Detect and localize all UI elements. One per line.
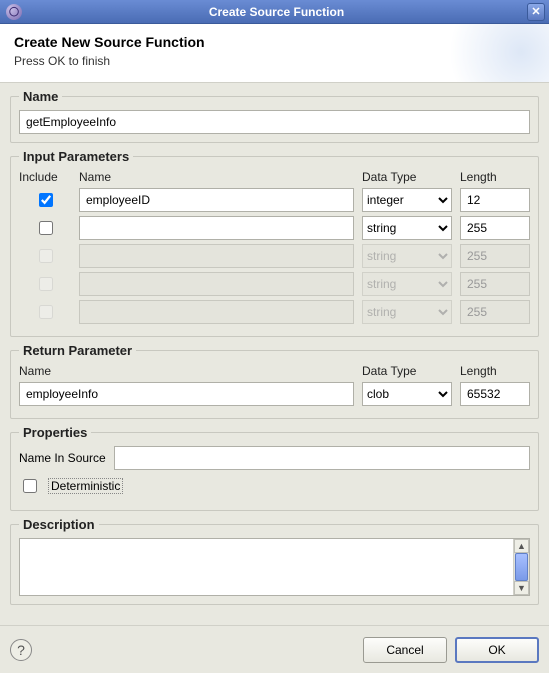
- param-name-input[interactable]: [79, 216, 354, 240]
- name-legend: Name: [19, 89, 62, 104]
- hdr-include: Include: [19, 170, 71, 184]
- properties-legend: Properties: [19, 425, 91, 440]
- param-include-checkbox[interactable]: [39, 221, 53, 235]
- return-param-legend: Return Parameter: [19, 343, 136, 358]
- param-include-checkbox: [39, 249, 53, 263]
- help-icon[interactable]: ?: [10, 639, 32, 661]
- banner: Create New Source Function Press OK to f…: [0, 24, 549, 83]
- name-in-source-label: Name In Source: [19, 451, 106, 465]
- function-name-input[interactable]: [19, 110, 530, 134]
- hdr-name: Name: [79, 170, 354, 184]
- param-type-select[interactable]: integerstringclob: [362, 188, 452, 212]
- window-title: Create Source Function: [26, 5, 527, 19]
- deterministic-label: Deterministic: [48, 478, 123, 494]
- param-name-input: [79, 300, 354, 324]
- scrollbar[interactable]: ▲ ▼: [513, 539, 529, 595]
- param-length-input: [460, 244, 530, 268]
- param-name-input[interactable]: [79, 188, 354, 212]
- banner-heading: Create New Source Function: [14, 34, 535, 50]
- cancel-button[interactable]: Cancel: [363, 637, 447, 663]
- titlebar: ◯ Create Source Function ✕: [0, 0, 549, 24]
- app-icon: ◯: [6, 4, 22, 20]
- param-type-select: integerstringclob: [362, 244, 452, 268]
- return-name-input[interactable]: [19, 382, 354, 406]
- param-length-input[interactable]: [460, 216, 530, 240]
- input-params-fieldset: Input Parameters Include Name Data Type …: [10, 149, 539, 337]
- param-row: integerstringclob: [19, 188, 530, 212]
- deterministic-checkbox[interactable]: [23, 479, 37, 493]
- param-row: integerstringclob: [19, 300, 530, 324]
- close-icon[interactable]: ✕: [527, 3, 545, 21]
- return-param-fieldset: Return Parameter Name Data Type Length i…: [10, 343, 539, 419]
- scroll-thumb[interactable]: [515, 553, 528, 581]
- properties-fieldset: Properties Name In Source Deterministic: [10, 425, 539, 511]
- description-textarea[interactable]: [20, 539, 513, 595]
- footer: ? Cancel OK: [0, 625, 549, 673]
- param-type-select: integerstringclob: [362, 272, 452, 296]
- param-name-input: [79, 244, 354, 268]
- param-row: integerstringclob: [19, 244, 530, 268]
- return-length-input[interactable]: [460, 382, 530, 406]
- name-in-source-input[interactable]: [114, 446, 530, 470]
- ret-hdr-length: Length: [460, 364, 530, 378]
- scroll-down-icon[interactable]: ▼: [514, 581, 529, 595]
- hdr-type: Data Type: [362, 170, 452, 184]
- name-fieldset: Name: [10, 89, 539, 143]
- param-length-input[interactable]: [460, 188, 530, 212]
- content: Name Input Parameters Include Name Data …: [0, 83, 549, 605]
- param-include-checkbox[interactable]: [39, 193, 53, 207]
- return-type-select[interactable]: integerstringclob: [362, 382, 452, 406]
- param-length-input: [460, 272, 530, 296]
- param-length-input: [460, 300, 530, 324]
- param-row: integerstringclob: [19, 272, 530, 296]
- banner-sub: Press OK to finish: [14, 54, 535, 68]
- description-legend: Description: [19, 517, 99, 532]
- input-params-header: Include Name Data Type Length: [19, 170, 530, 184]
- param-type-select: integerstringclob: [362, 300, 452, 324]
- ok-button[interactable]: OK: [455, 637, 539, 663]
- hdr-length: Length: [460, 170, 530, 184]
- param-name-input: [79, 272, 354, 296]
- scroll-track[interactable]: [514, 553, 529, 581]
- param-include-checkbox: [39, 277, 53, 291]
- param-row: integerstringclob: [19, 216, 530, 240]
- param-type-select[interactable]: integerstringclob: [362, 216, 452, 240]
- description-wrap: ▲ ▼: [19, 538, 530, 596]
- param-include-checkbox: [39, 305, 53, 319]
- return-header: Name Data Type Length: [19, 364, 530, 378]
- return-row: integerstringclob: [19, 382, 530, 406]
- ret-hdr-name: Name: [19, 364, 354, 378]
- ret-hdr-type: Data Type: [362, 364, 452, 378]
- scroll-up-icon[interactable]: ▲: [514, 539, 529, 553]
- input-params-legend: Input Parameters: [19, 149, 133, 164]
- description-fieldset: Description ▲ ▼: [10, 517, 539, 605]
